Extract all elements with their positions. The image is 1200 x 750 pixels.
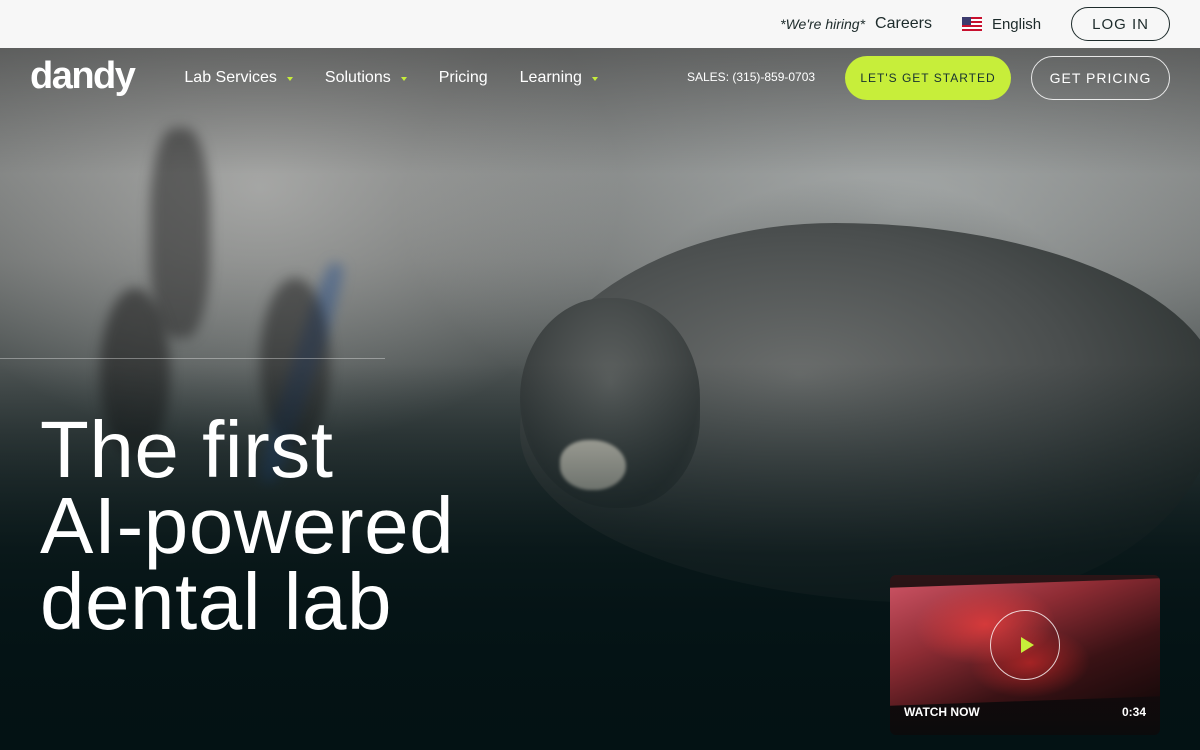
chevron-down-icon [400,77,407,81]
language-label: English [991,15,1042,33]
nav-item-lab-services[interactable]: Lab Services [184,69,293,87]
nav-item-label: Pricing [438,69,488,86]
headline-line: dental lab [40,557,392,646]
us-flag-icon [961,17,982,31]
nav-item-solutions[interactable]: Solutions [325,69,407,87]
language-selector[interactable]: English [961,15,1042,33]
get-started-button[interactable]: LET'S GET STARTED [845,56,1011,100]
headline-line: The first [40,405,334,494]
hero-divider-line [0,358,385,359]
nav-item-label: Solutions [324,69,391,86]
nav-item-label: Learning [519,69,582,86]
headline-line: AI-powered [40,481,455,570]
video-card[interactable]: WATCH NOW 0:34 [890,575,1160,735]
video-duration: 0:34 [1121,705,1146,719]
login-button[interactable]: LOG IN [1071,7,1170,41]
sales-phone[interactable]: SALES: (315)-859-0703 [687,70,815,84]
nav-item-label: Lab Services [184,69,277,86]
hiring-note: *We're hiring* [780,16,866,32]
get-pricing-button[interactable]: GET PRICING [1031,56,1170,100]
nav-item-pricing[interactable]: Pricing [439,69,488,87]
hero-headline: The first AI-powered dental lab [40,405,455,646]
chevron-down-icon [286,77,293,81]
dandy-logo[interactable]: dandy [30,55,136,98]
play-button[interactable] [990,610,1060,680]
nav-item-learning[interactable]: Learning [520,69,598,87]
top-utility-bar: *We're hiring* Careers English LOG IN [0,0,1200,48]
main-navigation: dandy Lab Services Solutions Pricing Lea… [0,48,1200,108]
watch-now-label: WATCH NOW [904,705,980,719]
careers-link[interactable]: Careers [875,15,932,33]
play-icon [1020,637,1034,653]
chevron-down-icon [591,77,598,81]
